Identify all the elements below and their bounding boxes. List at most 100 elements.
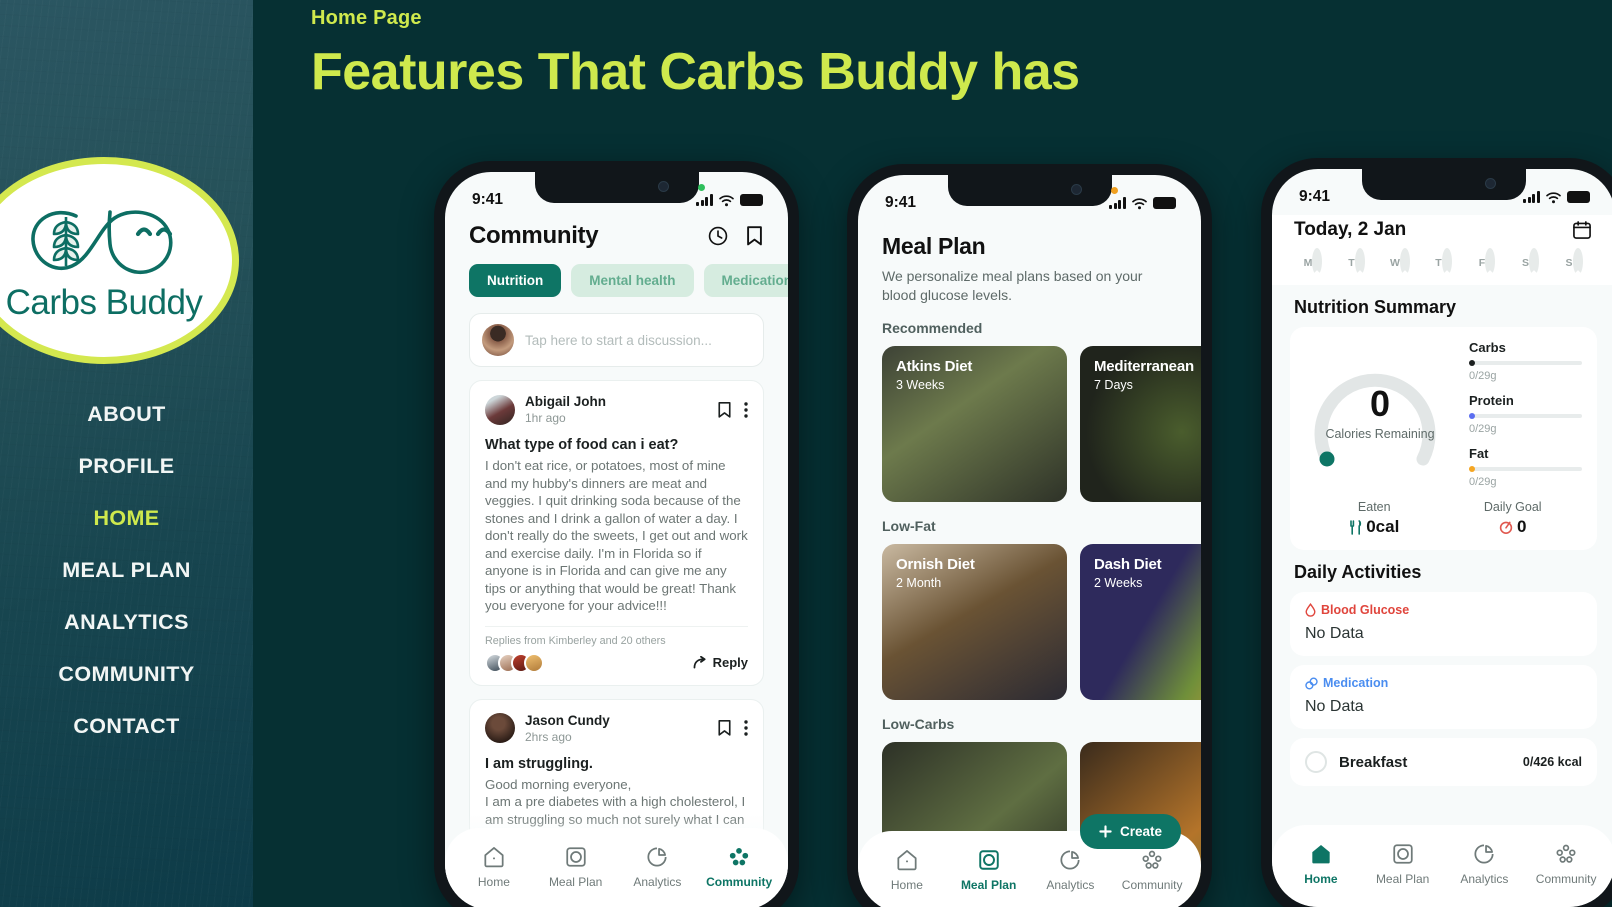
status-indicators — [696, 184, 763, 207]
week-day[interactable]: S — [1555, 248, 1593, 275]
activity-label: Medication — [1323, 676, 1389, 690]
clock-icon[interactable] — [707, 225, 729, 247]
tab-meal-plan[interactable]: Meal Plan — [949, 848, 1029, 892]
diet-card[interactable]: Atkins Diet 3 Weeks — [882, 346, 1067, 503]
week-day[interactable]: M — [1294, 248, 1332, 275]
sidebar-item-contact[interactable]: CONTACT — [0, 700, 253, 752]
phone-mockup-meal-plan: 9:41 Meal Plan We personalize meal plans… — [847, 164, 1212, 907]
activity-blood-glucose[interactable]: Blood Glucose No Data — [1290, 592, 1597, 656]
week-day[interactable]: T — [1338, 248, 1376, 275]
community-icon — [1142, 850, 1162, 869]
week-day[interactable]: T — [1425, 248, 1463, 275]
tab-community[interactable]: Community — [1526, 842, 1606, 886]
phone-mockups: 9:41 Community Nutrition Mental health M… — [253, 158, 1612, 907]
meal-row-breakfast[interactable]: Breakfast 0/426 kcal — [1290, 738, 1597, 786]
avatar — [524, 652, 544, 673]
post-time: 1hr ago — [525, 411, 566, 425]
tab-meal-plan[interactable]: Meal Plan — [536, 845, 616, 889]
reply-label: Reply — [712, 655, 748, 671]
sidebar-item-meal-plan[interactable]: MEAL PLAN — [0, 544, 253, 596]
calendar-icon[interactable] — [1571, 219, 1593, 241]
day-letter: T — [1348, 257, 1355, 269]
discussion-composer[interactable]: Tap here to start a discussion... — [469, 313, 764, 367]
chip-nutrition[interactable]: Nutrition — [469, 264, 562, 297]
diet-card[interactable]: Mediterranean 7 Days — [1080, 346, 1201, 503]
diet-card[interactable]: Ornish Diet 2 Month — [882, 544, 1067, 701]
more-options-icon[interactable] — [744, 401, 748, 418]
week-day[interactable]: W — [1381, 248, 1419, 275]
tab-home[interactable]: Home — [454, 845, 534, 889]
tab-home[interactable]: Home — [867, 848, 947, 892]
sidebar-item-home[interactable]: HOME — [0, 492, 253, 544]
chip-mental-health[interactable]: Mental health — [571, 264, 694, 297]
avatar — [482, 324, 514, 356]
tab-community[interactable]: Community — [699, 845, 779, 889]
tab-label: Community — [1121, 878, 1183, 892]
home-screen: 9:41 Today, 2 Jan M T W T F S S Nutritio… — [1272, 169, 1612, 907]
total-value-row: 0 — [1444, 517, 1583, 537]
sidebar-item-profile[interactable]: PROFILE — [0, 440, 253, 492]
macro-amount: 0/29g — [1469, 423, 1497, 435]
sidebar-item-community[interactable]: COMMUNITY — [0, 648, 253, 700]
week-day[interactable]: S — [1512, 248, 1550, 275]
screen-subtitle: We personalize meal plans based on your … — [882, 268, 1143, 303]
more-options-icon[interactable] — [744, 720, 748, 737]
activity-label-row: Medication — [1305, 676, 1582, 690]
diet-name: Mediterranean — [1094, 358, 1194, 376]
target-icon — [1499, 521, 1513, 534]
macro-fat: Fat 0/29g — [1469, 446, 1582, 488]
post-title: I am struggling. — [485, 755, 593, 772]
chip-medication[interactable]: Medication — [703, 264, 788, 297]
tab-analytics[interactable]: Analytics — [1030, 848, 1110, 892]
macro-bar — [1469, 360, 1582, 366]
week-strip: M T W T F S S — [1294, 248, 1593, 275]
create-button[interactable]: Create — [1079, 814, 1181, 849]
bookmark-icon[interactable] — [717, 719, 732, 737]
home-icon — [484, 847, 504, 868]
home-icon — [1312, 844, 1330, 864]
diet-name: Dash Diet — [1094, 556, 1162, 574]
diet-card[interactable]: Dash Diet 2 Weeks — [1080, 544, 1201, 701]
avatar — [485, 713, 515, 744]
phone-mockup-home: 9:41 Today, 2 Jan M T W T F S S Nutritio… — [1261, 158, 1612, 907]
sidebar-item-about[interactable]: ABOUT — [0, 388, 253, 440]
post-card[interactable]: Abigail John 1hr ago What type of food c… — [469, 380, 764, 686]
meal-checkbox[interactable] — [1305, 751, 1327, 773]
diet-card-label: Mediterranean 7 Days — [1094, 358, 1194, 392]
home-header: Today, 2 Jan M T W T F S S — [1272, 215, 1612, 275]
home-header-block: Today, 2 Jan M T W T F S S — [1272, 215, 1612, 285]
total-value: 0cal — [1366, 517, 1400, 536]
day-progress-arc — [1312, 248, 1323, 275]
daily-activities-heading: Daily Activities — [1294, 562, 1422, 582]
week-day[interactable]: F — [1468, 248, 1506, 275]
status-bar: 9:41 — [1272, 169, 1612, 215]
diet-card-row: Atkins Diet 3 Weeks Mediterranean 7 Days — [882, 346, 1201, 503]
logo-oval: Carbs Buddy — [0, 157, 239, 364]
nutrition-summary-heading: Nutrition Summary — [1294, 297, 1457, 317]
day-progress-arc — [1572, 248, 1583, 275]
home-page: Carbs Buddy ABOUT PROFILE HOME MEAL PLAN… — [0, 0, 1612, 907]
tab-analytics[interactable]: Analytics — [617, 845, 697, 889]
signal-icon — [1109, 197, 1126, 209]
bookmark-icon[interactable] — [745, 225, 764, 247]
post-actions — [717, 719, 748, 737]
tab-analytics[interactable]: Analytics — [1444, 842, 1524, 886]
bottom-tab-bar: Home Meal Plan Analytics Community — [1272, 825, 1612, 907]
total-value-row: 0cal — [1305, 517, 1444, 537]
reply-button[interactable]: Reply — [693, 655, 748, 670]
day-letter: W — [1390, 257, 1400, 269]
tab-label: Meal Plan — [1375, 872, 1430, 886]
tab-home[interactable]: Home — [1281, 842, 1361, 886]
sidebar-item-analytics[interactable]: ANALYTICS — [0, 596, 253, 648]
tab-community[interactable]: Community — [1112, 848, 1192, 892]
macro-marker — [1469, 360, 1475, 366]
tab-meal-plan[interactable]: Meal Plan — [1363, 842, 1443, 886]
status-bar: 9:41 — [445, 172, 788, 218]
bookmark-icon[interactable] — [717, 401, 732, 419]
logo[interactable]: Carbs Buddy — [0, 157, 239, 364]
pill-icon — [1305, 676, 1318, 689]
activity-medication[interactable]: Medication No Data — [1290, 665, 1597, 729]
sidebar-nav: ABOUT PROFILE HOME MEAL PLAN ANALYTICS C… — [0, 388, 253, 752]
macro-name: Fat — [1469, 446, 1489, 461]
post-actions — [717, 401, 748, 419]
